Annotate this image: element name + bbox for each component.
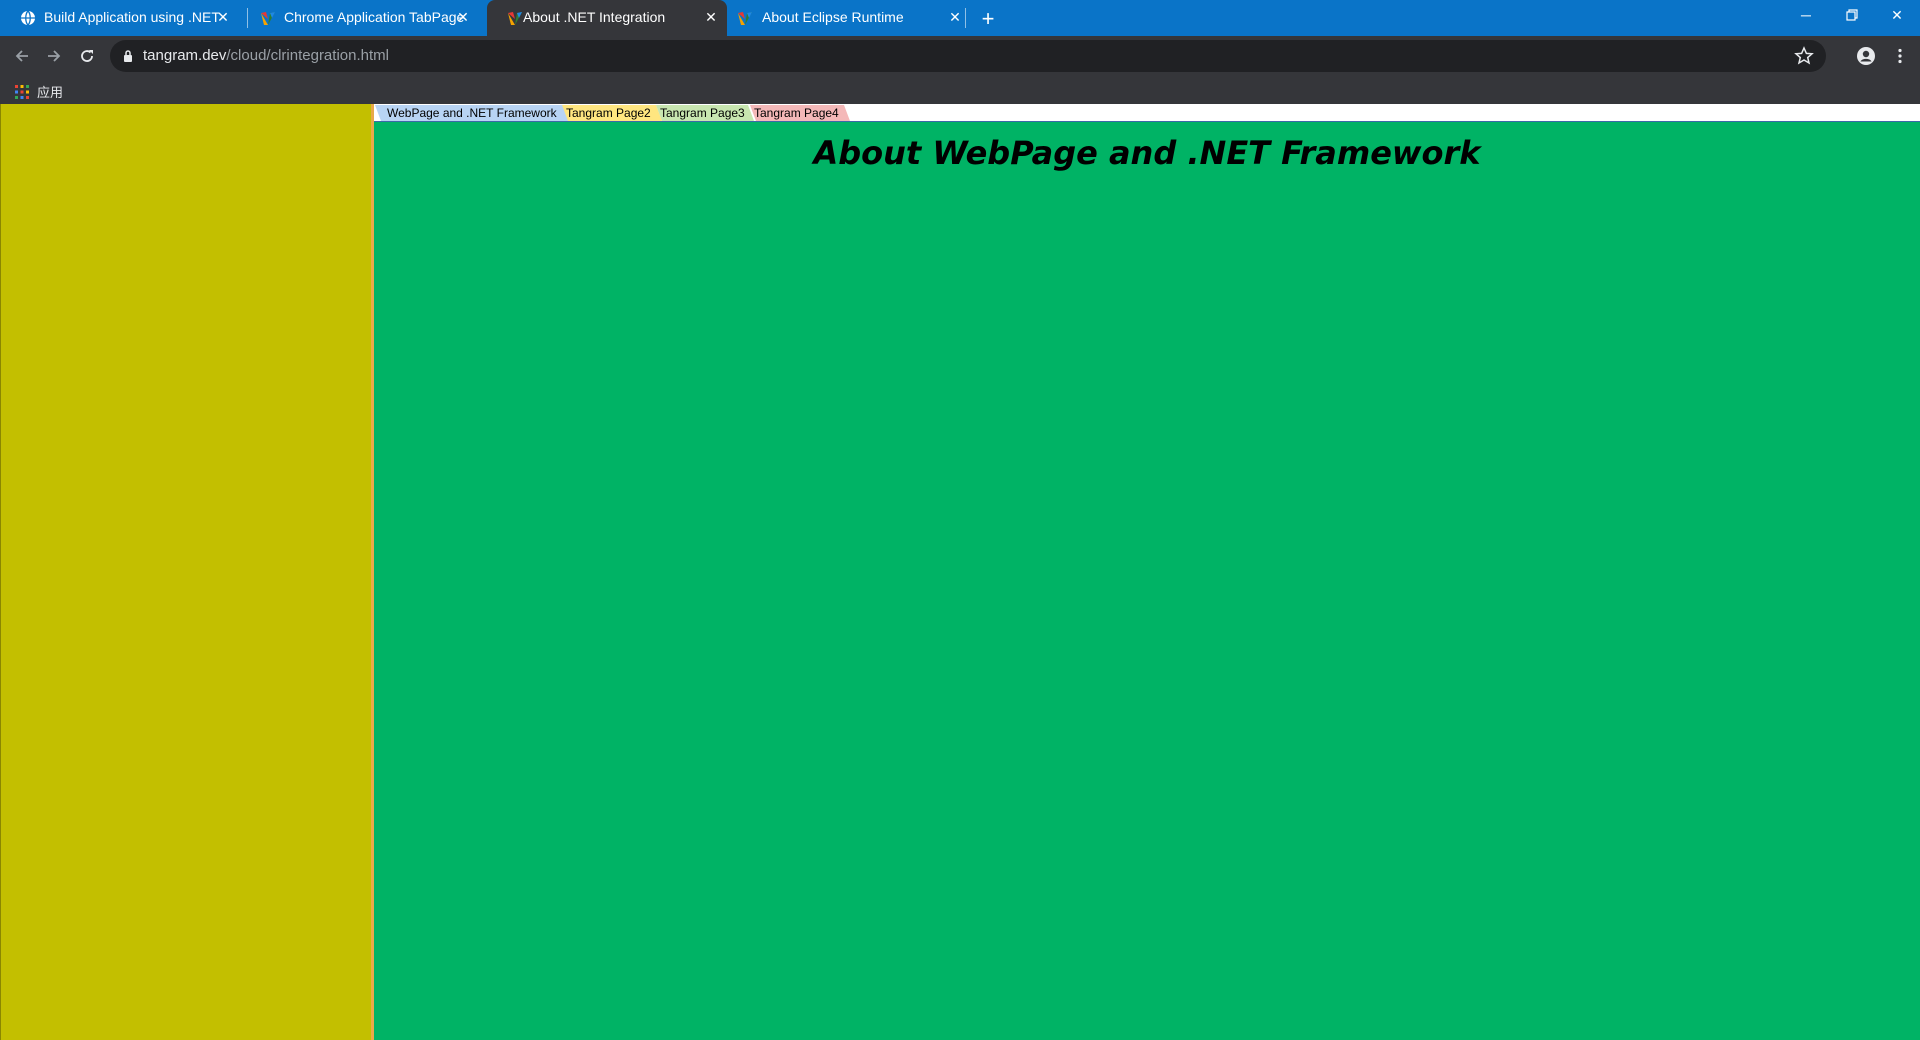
tab-strip: Build Application using .NET F ✕ Chrome … [0, 0, 1920, 36]
back-button[interactable] [8, 42, 36, 70]
page-tab-bar: WebPage and .NET Framework Tangram Page2… [374, 104, 1920, 122]
left-pane [0, 104, 371, 1040]
lock-icon [124, 50, 132, 62]
bookmarks-bar: 应用 [0, 76, 1920, 104]
menu-button[interactable] [1886, 42, 1914, 70]
close-tab-icon[interactable]: ✕ [945, 7, 965, 27]
new-tab-button[interactable]: + [975, 6, 1001, 32]
minimize-button[interactable]: ─ [1783, 0, 1829, 30]
page-tab-page2[interactable]: Tangram Page2 [562, 105, 662, 121]
page-heading: About WebPage and .NET Framework [813, 134, 1481, 172]
close-window-button[interactable]: ✕ [1874, 0, 1920, 30]
restore-button[interactable] [1829, 0, 1875, 30]
globe-icon [21, 10, 35, 26]
right-pane: WebPage and .NET Framework Tangram Page2… [374, 104, 1920, 1040]
apps-shortcut[interactable]: 应用 [15, 82, 63, 101]
page-tab-page3[interactable]: Tangram Page3 [656, 105, 754, 121]
restore-icon [1846, 9, 1858, 21]
page-content: WebPage and .NET Framework Tangram Page2… [0, 104, 1920, 1040]
tangram-logo-icon [508, 12, 522, 25]
forward-arrow-icon [48, 50, 61, 62]
address-bar[interactable]: tangram.dev/cloud/clrintegration.html [110, 40, 1826, 72]
tab-title: About Eclipse Runtime [762, 9, 904, 25]
url-text: tangram.dev/cloud/clrintegration.html [143, 47, 389, 64]
url-path: /cloud/clrintegration.html [226, 47, 389, 64]
apps-grid-icon [15, 84, 29, 99]
tab-about-net-integration[interactable]: About .NET Integration ✕ [487, 0, 727, 36]
close-tab-icon[interactable]: ✕ [213, 7, 233, 27]
page-tab-page4[interactable]: Tangram Page4 [750, 105, 850, 121]
reload-button[interactable] [73, 42, 101, 70]
bookmark-star-icon[interactable] [1794, 46, 1814, 66]
tab-build-application[interactable]: Build Application using .NET F ✕ [0, 0, 245, 36]
tab-title: Build Application using .NET F [44, 9, 220, 25]
tab-separator [965, 8, 966, 28]
account-icon [1857, 47, 1875, 65]
tab-about-eclipse-runtime[interactable]: About Eclipse Runtime ✕ [727, 0, 967, 36]
tab-title: Chrome Application TabPage [284, 9, 465, 25]
forward-button[interactable] [40, 42, 68, 70]
tangram-logo-icon [261, 12, 275, 25]
tangram-logo-icon [738, 12, 752, 25]
page-tab-webpage-net[interactable]: WebPage and .NET Framework [375, 105, 570, 121]
browser-toolbar: tangram.dev/cloud/clrintegration.html 应用 [0, 36, 1920, 104]
profile-button[interactable] [1852, 42, 1880, 70]
more-vert-icon [1898, 48, 1902, 64]
url-host: tangram.dev [143, 47, 227, 64]
reload-icon [81, 50, 93, 62]
close-tab-icon[interactable]: ✕ [701, 7, 721, 27]
close-tab-icon[interactable]: ✕ [453, 7, 473, 27]
apps-label: 应用 [37, 85, 64, 100]
back-arrow-icon [15, 50, 28, 62]
tab-chrome-application-tabpage[interactable]: Chrome Application TabPage ✕ [240, 0, 485, 36]
tab-title: About .NET Integration [523, 9, 666, 25]
